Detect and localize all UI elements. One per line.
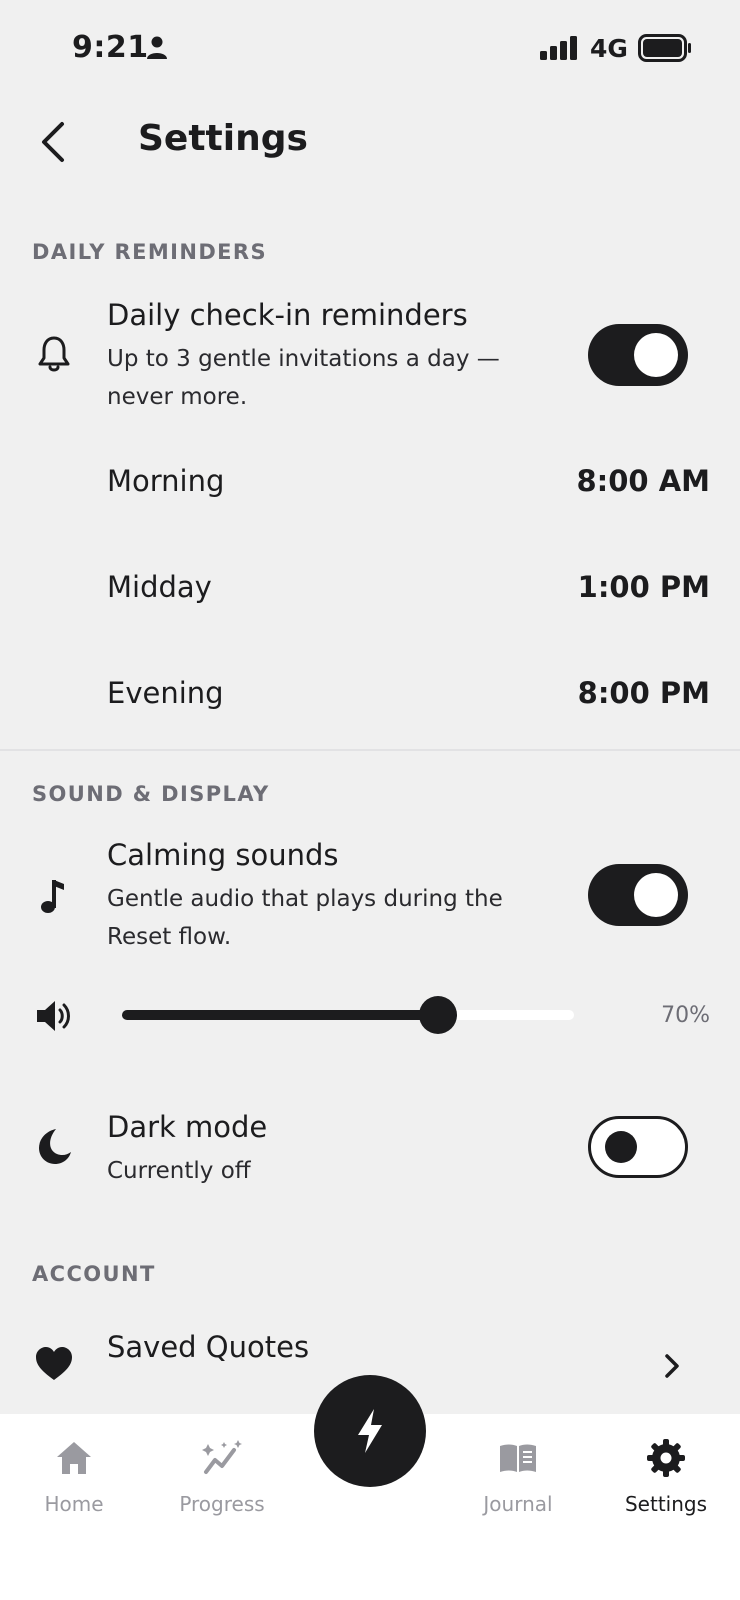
- signal-icon: [540, 36, 577, 60]
- chevron-right-icon[interactable]: [662, 1352, 682, 1380]
- daily-reminders-toggle[interactable]: [588, 324, 688, 386]
- dark-mode-title: Dark mode: [107, 1110, 268, 1144]
- nav-item-journal[interactable]: Journal: [448, 1438, 588, 1516]
- section-label-daily-reminders: DAILY REMINDERS: [32, 240, 267, 264]
- journal-icon: [500, 1444, 536, 1472]
- volume-percent: 70%: [661, 1003, 710, 1028]
- reminder-row-midday[interactable]: Midday 1:00 PM: [0, 546, 740, 642]
- dark-mode-subtitle: Currently off: [107, 1158, 251, 1184]
- gear-icon: [647, 1439, 685, 1477]
- nav-label-home: Home: [44, 1492, 104, 1516]
- reminder-label-midday: Midday: [107, 570, 212, 604]
- quick-reset-button[interactable]: [314, 1375, 426, 1487]
- page-title: Settings: [138, 118, 308, 159]
- nav-label-settings: Settings: [624, 1492, 708, 1516]
- bell-icon: [38, 336, 70, 372]
- calming-sounds-title: Calming sounds: [107, 838, 339, 872]
- volume-slider-fill: [122, 1010, 439, 1020]
- dark-mode-toggle[interactable]: [588, 1116, 688, 1178]
- section-label-account: ACCOUNT: [32, 1262, 156, 1286]
- back-button[interactable]: [32, 118, 72, 166]
- daily-reminders-title: Daily check-in reminders: [107, 298, 468, 332]
- status-time: 9:21: [72, 30, 149, 65]
- toggle-knob: [605, 1131, 637, 1163]
- daily-reminders-subtitle: Up to 3 gentle invitations a day — never…: [107, 346, 500, 410]
- reminder-label-morning: Morning: [107, 464, 225, 498]
- volume-icon: [37, 1001, 70, 1031]
- heart-icon: [36, 1347, 72, 1380]
- nav-label-progress: Progress: [179, 1492, 265, 1516]
- nav-item-settings[interactable]: Settings: [596, 1438, 736, 1516]
- battery-icon: [638, 34, 691, 62]
- lightning-icon: [358, 1409, 382, 1453]
- toggle-knob: [634, 873, 678, 917]
- reminder-time-midday: 1:00 PM: [577, 570, 710, 604]
- reminder-time-morning: 8:00 AM: [576, 464, 710, 498]
- reminder-label-evening: Evening: [107, 676, 224, 710]
- reminder-row-morning[interactable]: Morning 8:00 AM: [0, 440, 740, 536]
- reminder-row-evening[interactable]: Evening 8:00 PM: [0, 652, 740, 748]
- volume-slider-thumb[interactable]: [419, 996, 458, 1034]
- section-label-sound-display: SOUND & DISPLAY: [32, 782, 270, 806]
- toggle-knob: [634, 333, 678, 377]
- person-icon: [147, 36, 167, 59]
- home-icon: [57, 1442, 91, 1474]
- nav-item-home[interactable]: Home: [4, 1438, 144, 1516]
- section-divider: [0, 749, 740, 751]
- moon-icon: [39, 1129, 71, 1164]
- nav-item-progress[interactable]: Progress: [152, 1438, 292, 1516]
- saved-quotes-link[interactable]: Saved Quotes: [107, 1330, 309, 1364]
- music-note-icon: [41, 880, 64, 913]
- calming-sounds-toggle[interactable]: [588, 864, 688, 926]
- nav-label-journal: Journal: [483, 1492, 553, 1516]
- calming-sounds-subtitle: Gentle audio that plays during the Reset…: [107, 886, 503, 950]
- reminder-time-evening: 8:00 PM: [577, 676, 710, 710]
- network-type: 4G: [590, 34, 628, 63]
- progress-icon: [202, 1440, 242, 1474]
- volume-slider[interactable]: [122, 996, 574, 1034]
